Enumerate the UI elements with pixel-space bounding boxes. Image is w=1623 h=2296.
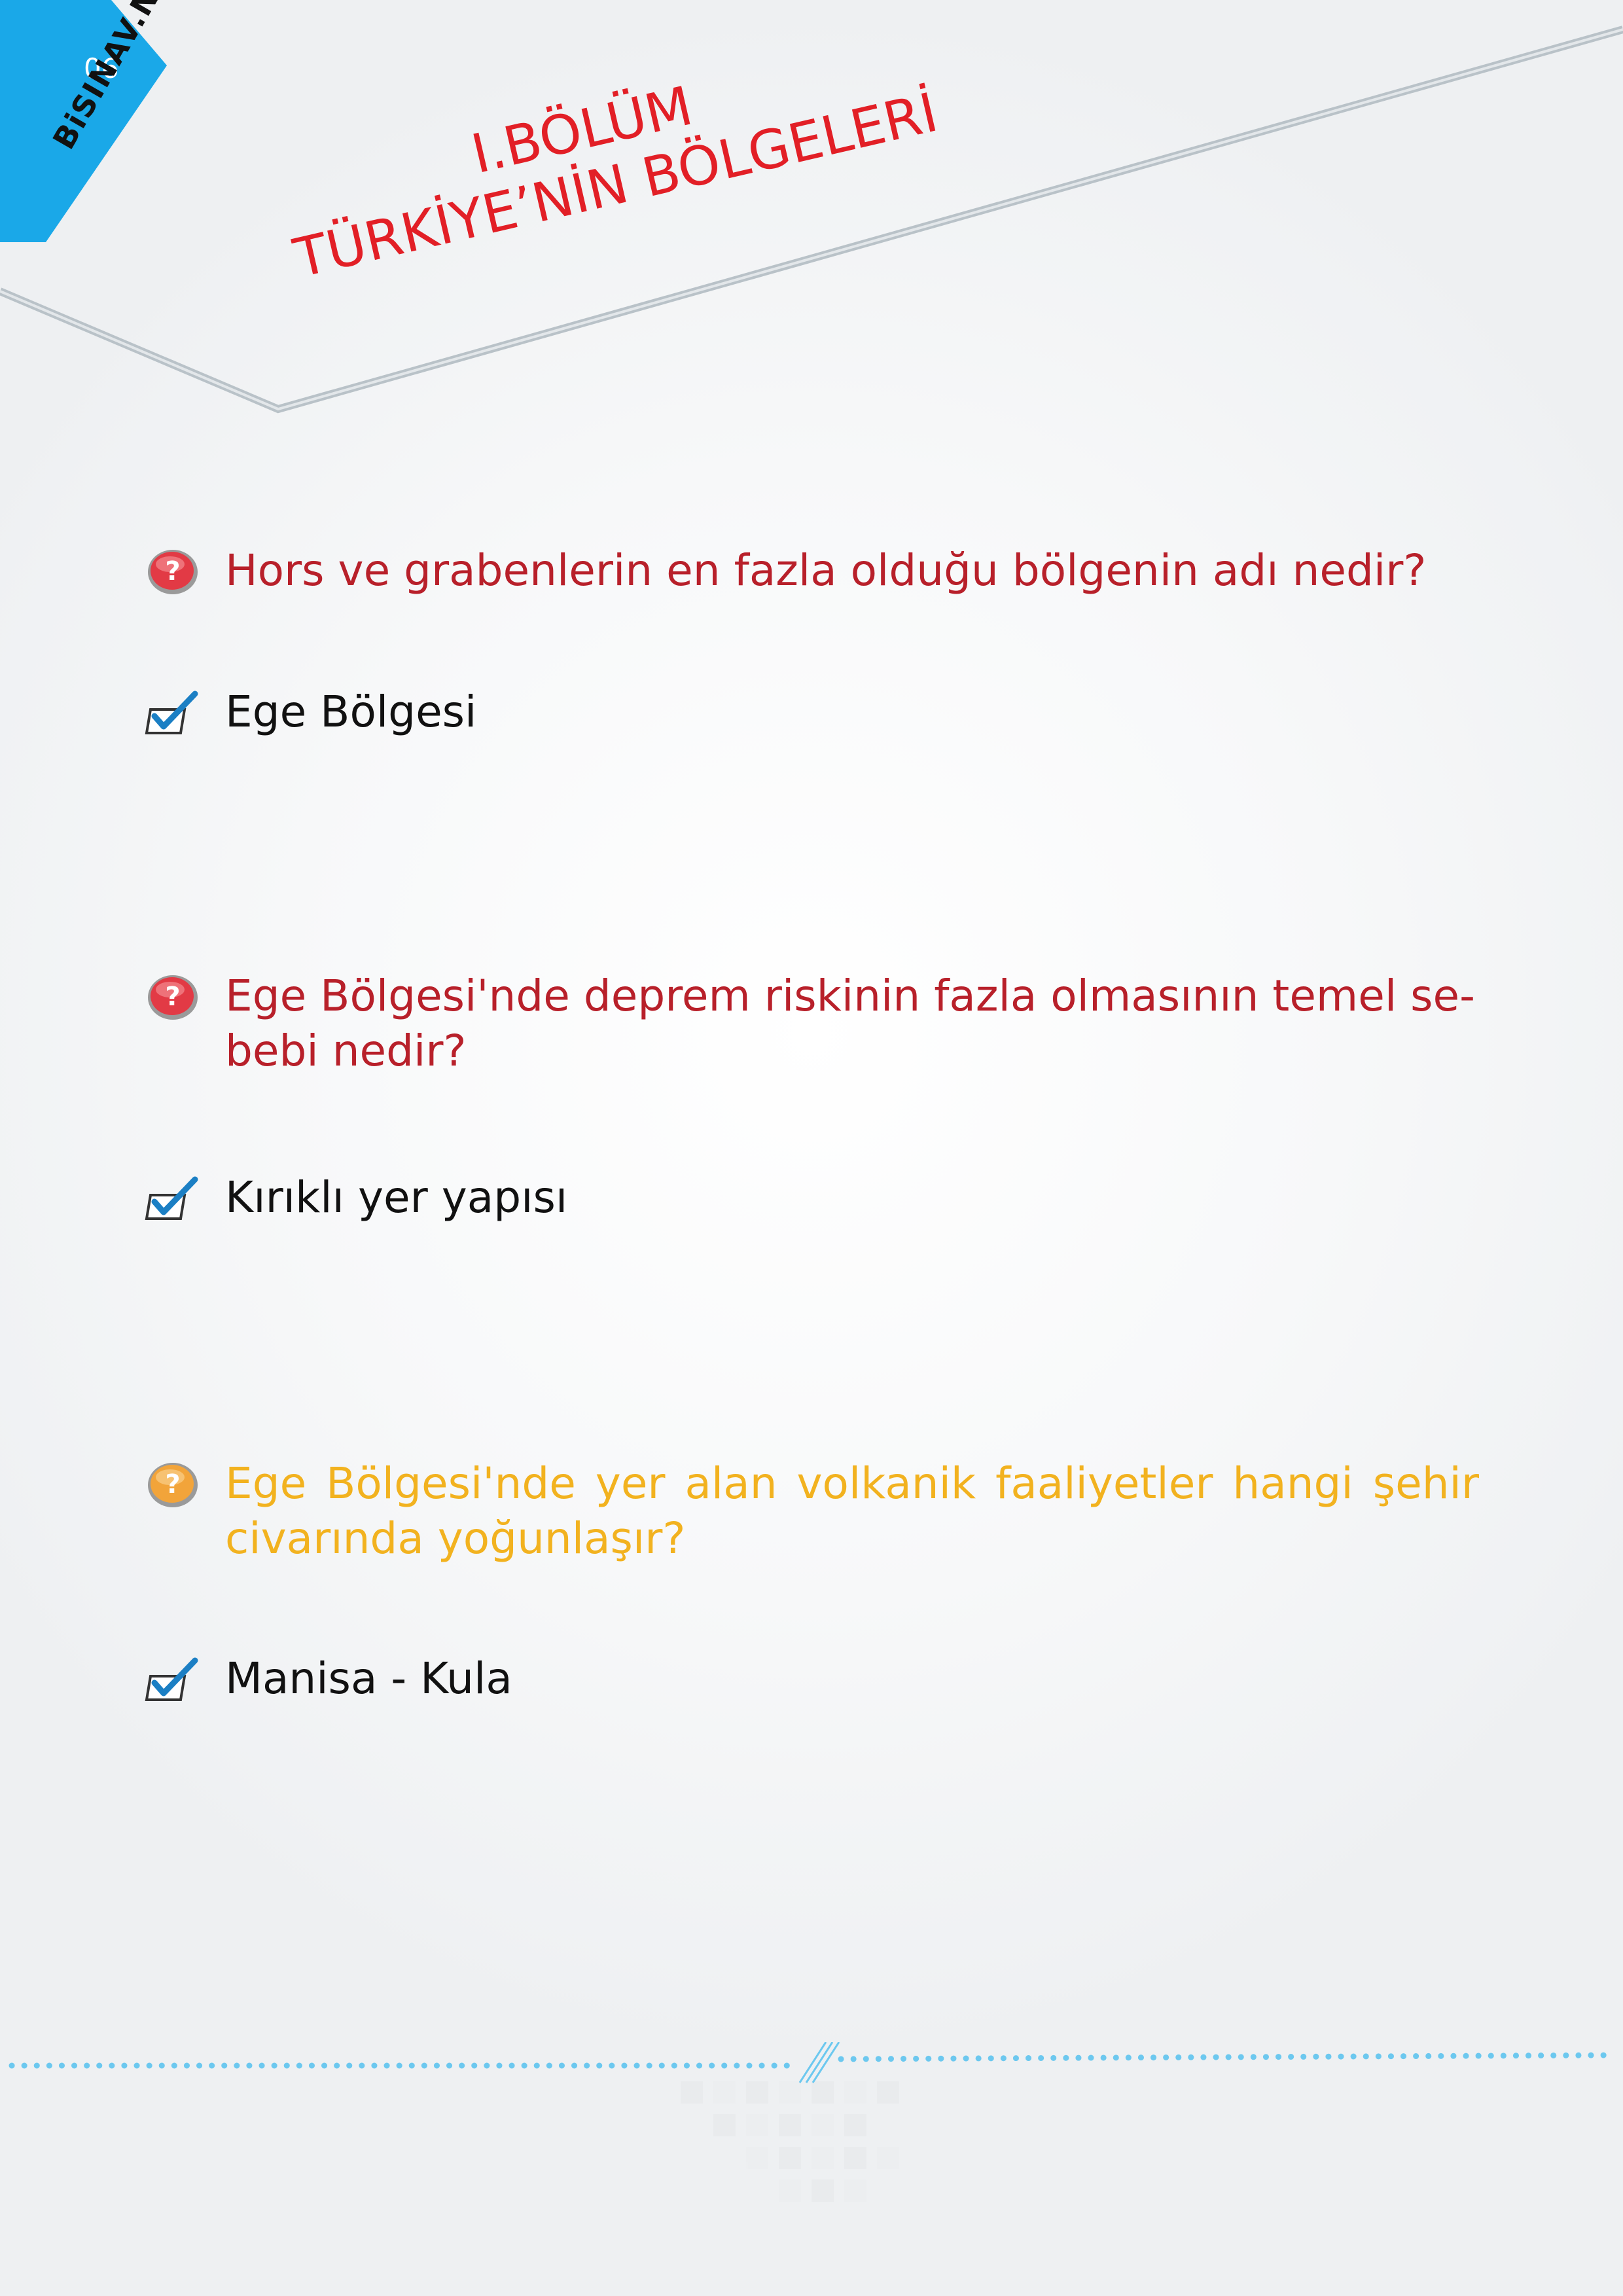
question-row: ? Ege Bölgesi'nde deprem riskinin fazla … [144,969,1479,1079]
checkbox-check-icon [144,1650,202,1708]
footer-slash-mark [798,2042,827,2083]
svg-text:?: ? [165,982,180,1012]
footer-decoration [9,2042,1616,2202]
answer-text: Ege Bölgesi [225,687,477,737]
qa-item-3: ? Ege Bölgesi'nde yer alan volkanik faal… [144,1456,1479,1708]
answer-row: Manisa - Kula [144,1651,1479,1708]
question-mark-orange-icon: ? [144,1455,202,1513]
question-row: ? Ege Bölgesi'nde yer alan volkanik faal… [144,1456,1479,1566]
answer-text: Manisa - Kula [225,1653,512,1704]
answer-row: Ege Bölgesi [144,685,1479,741]
checkbox-check-icon [144,683,202,741]
question-row: ? Hors ve grabenlerin en fazla olduğu bö… [144,543,1479,600]
question-mark-red-icon: ? [144,967,202,1025]
footer-square-pattern [681,2081,899,2202]
svg-text:?: ? [165,1469,180,1499]
svg-text:?: ? [165,556,180,586]
question-text: Ege Bölgesi'nde yer alan volkanik faaliy… [225,1458,1479,1564]
checkbox-check-icon [144,1169,202,1227]
qa-item-2: ? Ege Bölgesi'nde deprem riskinin fazla … [144,969,1479,1227]
question-mark-red-icon: ? [144,542,202,600]
qa-item-1: ? Hors ve grabenlerin en fazla olduğu bö… [144,543,1479,741]
question-text: Hors ve grabenlerin en fazla olduğu bölg… [225,545,1427,596]
footer-dotted-line-right [838,2052,1616,2062]
answer-row: Kırıklı yer yapısı [144,1170,1479,1227]
answer-text: Kırıklı yer yapısı [225,1172,568,1223]
question-text: Ege Bölgesi'nde deprem riskinin fazla ol… [225,971,1475,1076]
